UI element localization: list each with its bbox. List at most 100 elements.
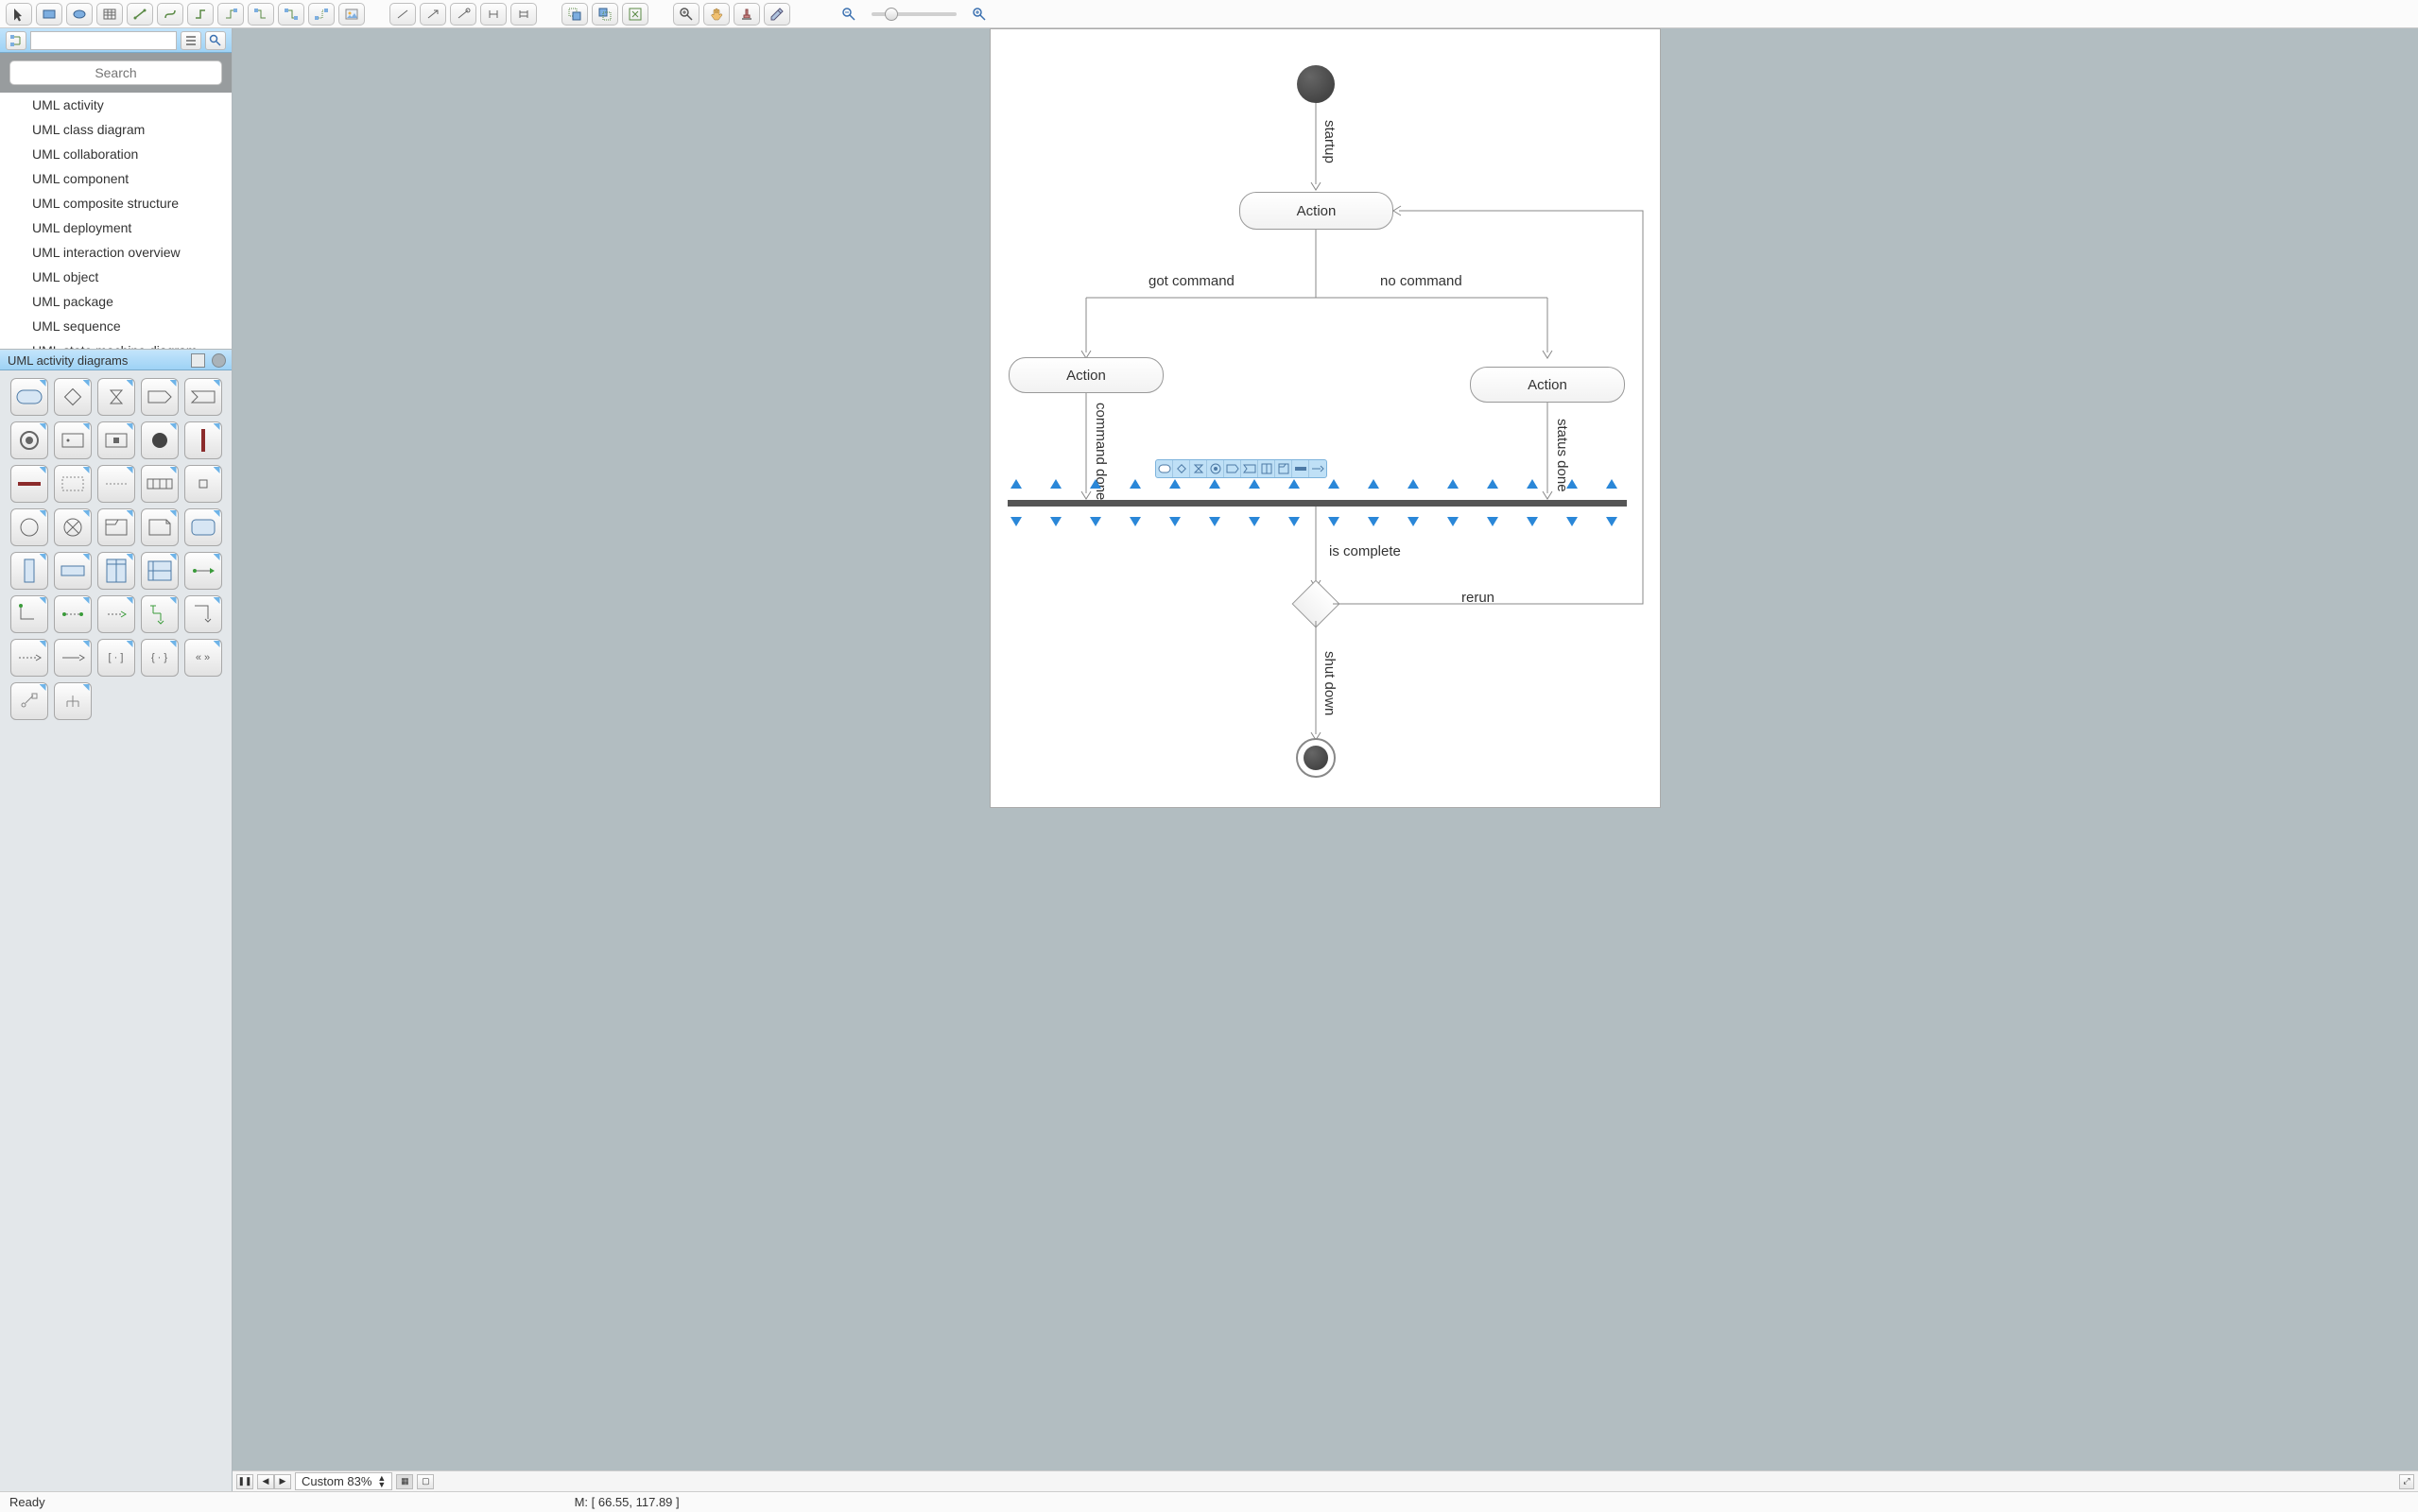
shape-flow-5[interactable] bbox=[141, 595, 179, 633]
view-mode-2[interactable]: ▢ bbox=[417, 1474, 434, 1489]
shape-pin[interactable] bbox=[184, 465, 222, 503]
shape-flow-solid[interactable] bbox=[54, 639, 92, 677]
shape-swimlanes-v[interactable] bbox=[97, 552, 135, 590]
shape-action[interactable] bbox=[10, 378, 48, 416]
list-view-button[interactable] bbox=[181, 31, 201, 50]
ctx-signal-icon[interactable] bbox=[1224, 460, 1241, 477]
ctx-decision-icon[interactable] bbox=[1173, 460, 1190, 477]
tree-toggle-button[interactable] bbox=[6, 31, 26, 50]
line-start-1[interactable] bbox=[389, 3, 416, 26]
ctx-hourglass-icon[interactable] bbox=[1190, 460, 1207, 477]
connector-7-tool[interactable] bbox=[308, 3, 335, 26]
connector-6-tool[interactable] bbox=[278, 3, 304, 26]
stamp-tool[interactable] bbox=[734, 3, 760, 26]
ctx-action-icon[interactable] bbox=[1156, 460, 1173, 477]
shape-fork-h[interactable] bbox=[10, 465, 48, 503]
category-item[interactable]: UML collaboration bbox=[0, 142, 232, 166]
shape-flow-4[interactable] bbox=[97, 595, 135, 633]
shape-note[interactable] bbox=[141, 508, 179, 546]
rect-tool[interactable] bbox=[36, 3, 62, 26]
shape-connector-small[interactable] bbox=[10, 682, 48, 720]
palette-close-icon[interactable] bbox=[212, 353, 226, 368]
connector-5-tool[interactable] bbox=[248, 3, 274, 26]
ctx-frame-icon[interactable] bbox=[1275, 460, 1292, 477]
shape-flow-1[interactable] bbox=[184, 552, 222, 590]
line-start-5[interactable] bbox=[510, 3, 537, 26]
shape-set[interactable]: { · } bbox=[141, 639, 179, 677]
shape-stereotype[interactable]: « » bbox=[184, 639, 222, 677]
zoom-in-icon[interactable] bbox=[966, 3, 993, 26]
shape-constraint[interactable]: [ · ] bbox=[97, 639, 135, 677]
shape-final-flow[interactable] bbox=[10, 421, 48, 459]
category-item[interactable]: UML activity bbox=[0, 93, 232, 117]
shape-flow-6[interactable] bbox=[184, 595, 222, 633]
group-1-tool[interactable] bbox=[561, 3, 588, 26]
shape-fork-v[interactable] bbox=[184, 421, 222, 459]
shape-region-dashed[interactable] bbox=[54, 465, 92, 503]
ctx-recv-icon[interactable] bbox=[1241, 460, 1258, 477]
action-node-left[interactable]: Action bbox=[1009, 357, 1164, 393]
final-node[interactable] bbox=[1296, 738, 1336, 778]
search-input[interactable] bbox=[9, 60, 222, 85]
shape-circle[interactable] bbox=[10, 508, 48, 546]
shape-partition-v[interactable] bbox=[10, 552, 48, 590]
diagram-page[interactable]: startup Action got command no command bbox=[990, 28, 1661, 808]
eyedropper-tool[interactable] bbox=[764, 3, 790, 26]
connector-3-tool[interactable] bbox=[187, 3, 214, 26]
shape-signal-send[interactable] bbox=[141, 378, 179, 416]
pan-tool[interactable] bbox=[703, 3, 730, 26]
group-2-tool[interactable] bbox=[592, 3, 618, 26]
connector-1-tool[interactable] bbox=[127, 3, 153, 26]
page-next-button[interactable]: ▶ bbox=[274, 1474, 291, 1489]
category-item[interactable]: UML class diagram bbox=[0, 117, 232, 142]
ctx-fork-icon[interactable] bbox=[1292, 460, 1309, 477]
shape-flow-final[interactable] bbox=[54, 508, 92, 546]
zoom-indicator[interactable]: Custom 83% ▲▼ bbox=[295, 1472, 392, 1490]
expand-corner-icon[interactable]: ⤢ bbox=[2399, 1474, 2414, 1489]
context-toolbar[interactable] bbox=[1155, 459, 1327, 478]
category-item[interactable]: UML package bbox=[0, 289, 232, 314]
zoom-in-tool[interactable] bbox=[673, 3, 699, 26]
category-item[interactable]: UML object bbox=[0, 265, 232, 289]
ctx-arrow-icon[interactable] bbox=[1309, 460, 1326, 477]
view-mode-1[interactable]: ▦ bbox=[396, 1474, 413, 1489]
palette-save-icon[interactable] bbox=[191, 353, 205, 368]
page-prev-button[interactable]: ◀ bbox=[257, 1474, 274, 1489]
search-button[interactable] bbox=[205, 31, 226, 50]
category-item[interactable]: UML deployment bbox=[0, 215, 232, 240]
initial-node[interactable] bbox=[1297, 65, 1335, 103]
library-dropdown[interactable] bbox=[30, 31, 177, 50]
shape-datastore[interactable] bbox=[54, 421, 92, 459]
ctx-final-icon[interactable] bbox=[1207, 460, 1224, 477]
canvas[interactable]: startup Action got command no command bbox=[233, 28, 2418, 1470]
connector-4-tool[interactable] bbox=[217, 3, 244, 26]
pointer-tool[interactable] bbox=[6, 3, 32, 26]
zoom-slider[interactable] bbox=[872, 12, 957, 16]
line-start-4[interactable] bbox=[480, 3, 507, 26]
category-item[interactable]: UML state machine diagram bbox=[0, 338, 232, 350]
category-item[interactable]: UML component bbox=[0, 166, 232, 191]
shape-activity[interactable] bbox=[184, 508, 222, 546]
shape-flow-2[interactable] bbox=[10, 595, 48, 633]
shape-signal-recv[interactable] bbox=[184, 378, 222, 416]
shape-flow-3[interactable] bbox=[54, 595, 92, 633]
shape-rake[interactable] bbox=[54, 682, 92, 720]
group-3-tool[interactable] bbox=[622, 3, 648, 26]
ctx-swim-icon[interactable] bbox=[1258, 460, 1275, 477]
connector-2-tool[interactable] bbox=[157, 3, 183, 26]
shape-decision[interactable] bbox=[54, 378, 92, 416]
shape-swimlanes-h[interactable] bbox=[141, 552, 179, 590]
line-start-2[interactable] bbox=[420, 3, 446, 26]
insert-image-tool[interactable] bbox=[338, 3, 365, 26]
zoom-out-icon[interactable] bbox=[836, 3, 862, 26]
category-item[interactable]: UML sequence bbox=[0, 314, 232, 338]
zoom-slider-thumb[interactable] bbox=[885, 8, 898, 21]
shape-region-line[interactable] bbox=[97, 465, 135, 503]
shape-hourglass[interactable] bbox=[97, 378, 135, 416]
line-start-3[interactable] bbox=[450, 3, 476, 26]
shape-initial[interactable] bbox=[141, 421, 179, 459]
category-item[interactable]: UML composite structure bbox=[0, 191, 232, 215]
category-item[interactable]: UML interaction overview bbox=[0, 240, 232, 265]
pause-button[interactable]: ❚❚ bbox=[236, 1474, 253, 1489]
shape-flow-dashed[interactable] bbox=[10, 639, 48, 677]
